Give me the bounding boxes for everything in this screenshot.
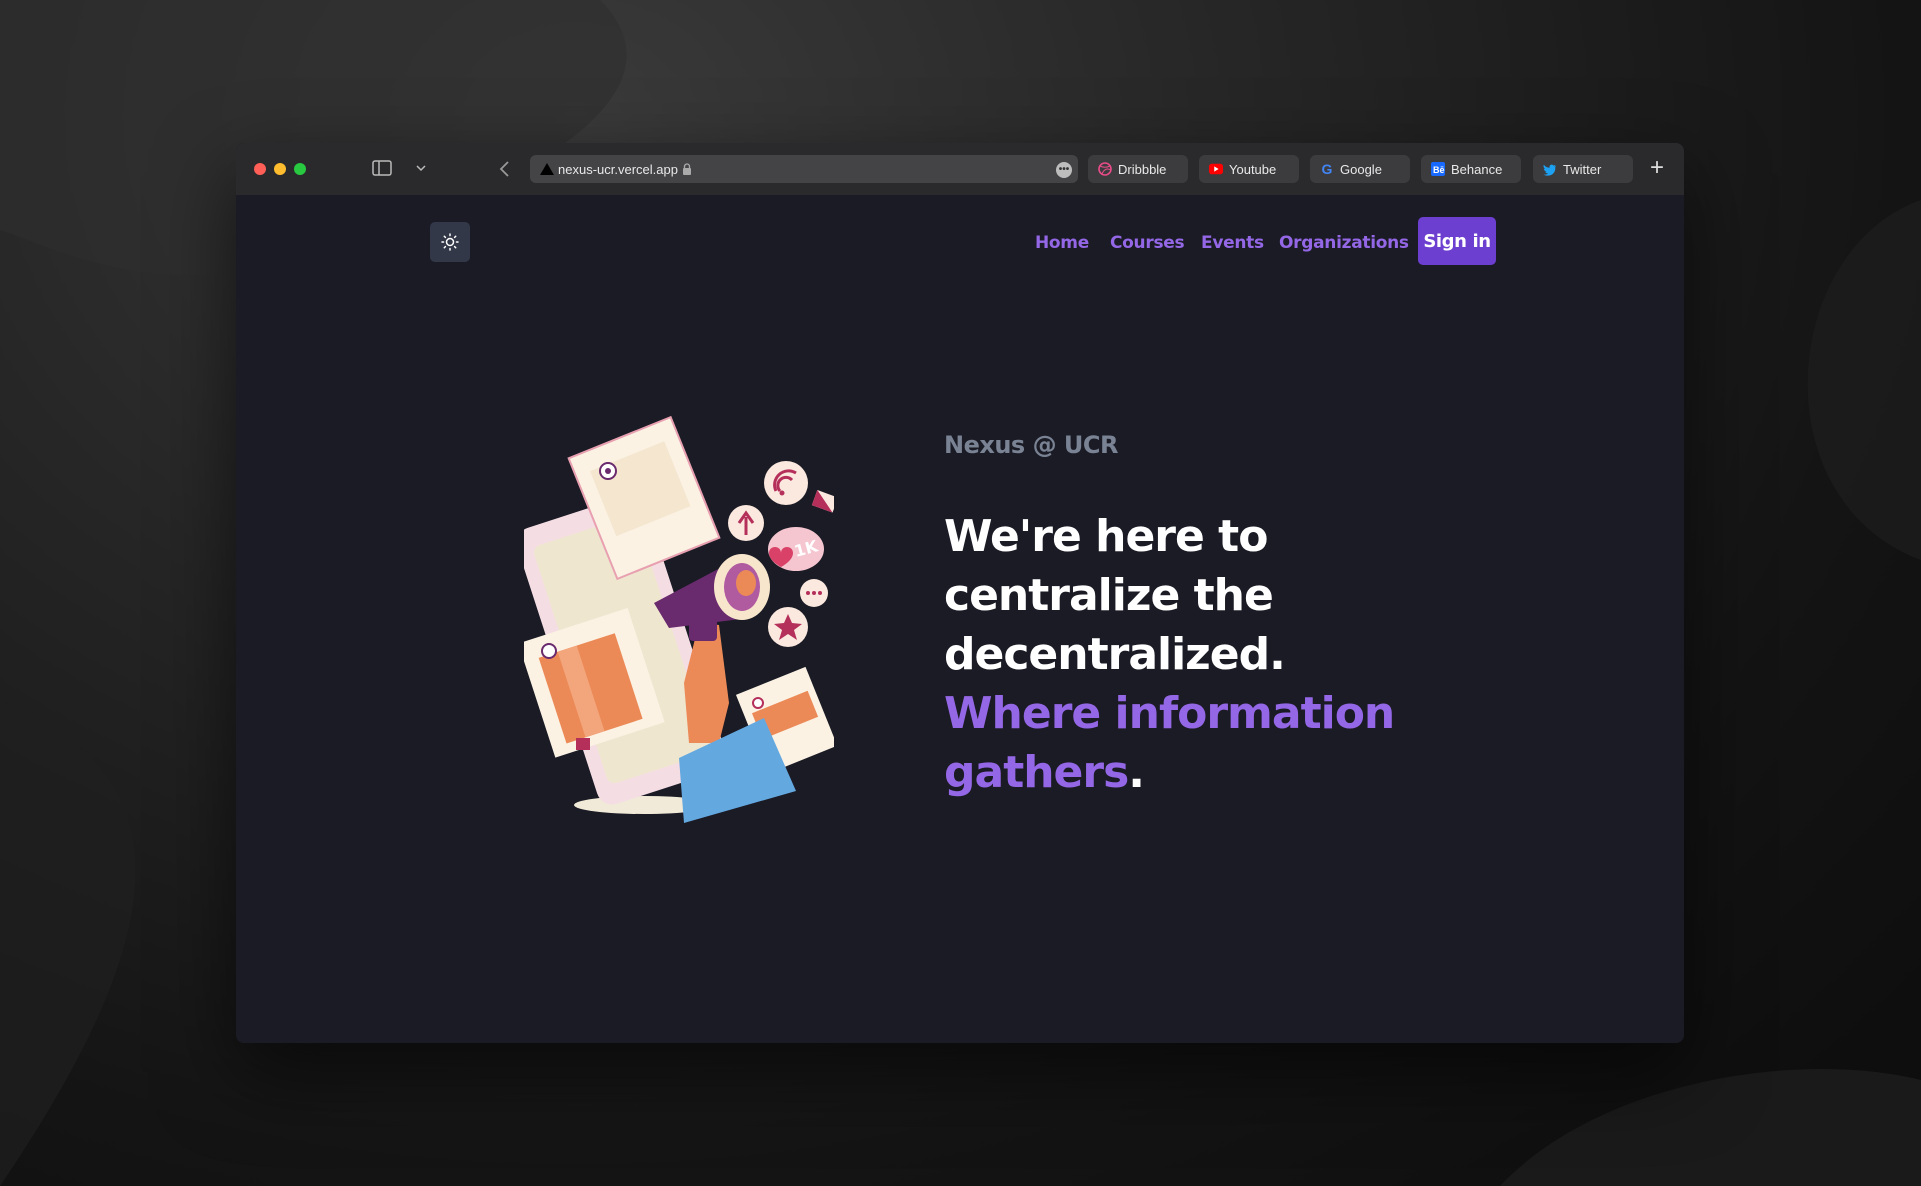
page-content: Home Courses Events Organizations Sign i… xyxy=(236,195,1684,1043)
tab-dribbble[interactable]: Dribbble xyxy=(1088,155,1188,183)
chevron-down-icon[interactable] xyxy=(414,161,428,175)
tab-behance[interactable]: Bē Behance xyxy=(1421,155,1521,183)
headline-line-3: decentralized. xyxy=(944,629,1286,680)
tab-label: Google xyxy=(1340,161,1382,177)
url-text: nexus-ucr.vercel.app xyxy=(558,161,678,177)
tab-twitter[interactable]: Twitter xyxy=(1533,155,1633,183)
tab-label: Dribbble xyxy=(1118,161,1167,177)
headline-line-1: We're here to xyxy=(944,511,1268,562)
tab-label: Behance xyxy=(1451,161,1503,177)
behance-icon: Bē xyxy=(1431,162,1445,176)
youtube-icon xyxy=(1209,162,1223,176)
google-icon: G xyxy=(1321,161,1333,177)
svg-text:Bē: Bē xyxy=(1433,165,1445,175)
minimize-window-button[interactable] xyxy=(274,163,286,175)
lock-icon xyxy=(682,162,691,175)
vercel-logo-icon xyxy=(540,163,554,175)
megaphone-social-media-illustration: 1K xyxy=(524,415,834,823)
nav-organizations[interactable]: Organizations xyxy=(1279,233,1409,253)
sign-in-button[interactable]: Sign in xyxy=(1418,217,1496,265)
headline-accent-2: gathers xyxy=(944,747,1129,798)
more-options-icon[interactable]: ••• xyxy=(1056,162,1072,178)
browser-window: nexus-ucr.vercel.app ••• Dribbble Youtub… xyxy=(236,143,1684,1043)
back-arrow-icon[interactable] xyxy=(497,160,513,178)
tab-youtube[interactable]: Youtube xyxy=(1199,155,1299,183)
nav-events[interactable]: Events xyxy=(1201,233,1264,253)
nav-courses[interactable]: Courses xyxy=(1110,233,1185,253)
headline-period: . xyxy=(1128,747,1145,798)
hero-headline: We're here to centralize the decentraliz… xyxy=(944,507,1464,802)
twitter-icon xyxy=(1543,162,1557,176)
window-controls xyxy=(254,163,306,175)
new-tab-button[interactable]: + xyxy=(1646,156,1668,180)
close-window-button[interactable] xyxy=(254,163,266,175)
nav-home[interactable]: Home xyxy=(1035,233,1089,253)
tab-google[interactable]: G Google xyxy=(1310,155,1410,183)
dribbble-icon xyxy=(1098,162,1112,176)
sidebar-toggle-icon[interactable] xyxy=(372,160,392,176)
hero-kicker: Nexus @ UCR xyxy=(944,431,1119,459)
tab-label: Twitter xyxy=(1563,161,1602,177)
headline-line-2: centralize the xyxy=(944,570,1274,621)
address-bar[interactable]: nexus-ucr.vercel.app ••• xyxy=(530,155,1078,183)
browser-toolbar: nexus-ucr.vercel.app ••• Dribbble Youtub… xyxy=(236,143,1684,195)
tab-label: Youtube xyxy=(1229,161,1277,177)
maximize-window-button[interactable] xyxy=(294,163,306,175)
headline-accent-1: Where information xyxy=(944,688,1395,739)
